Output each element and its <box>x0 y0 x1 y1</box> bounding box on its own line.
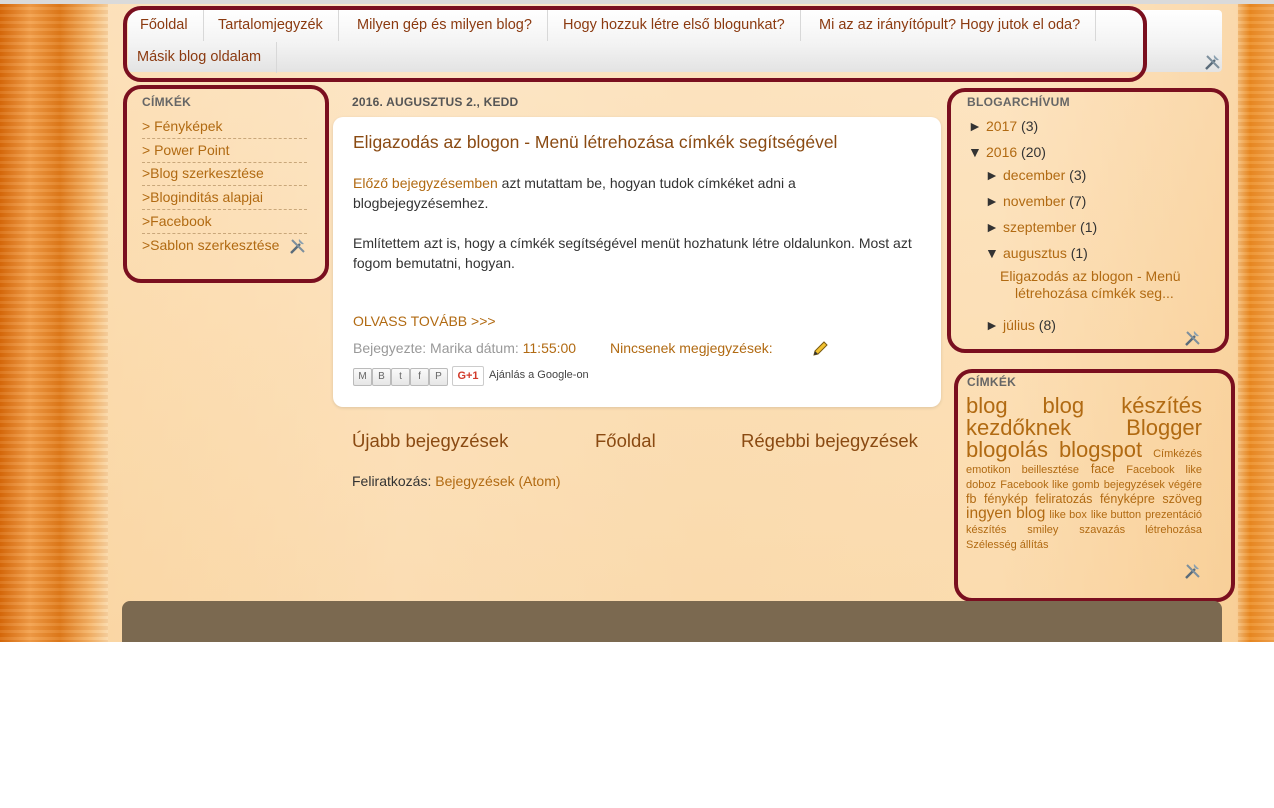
highlight-frame-tags <box>954 369 1235 602</box>
highlight-frame-archive <box>947 88 1229 353</box>
facebook-icon[interactable]: f <box>410 368 429 386</box>
highlight-frame-labels <box>123 85 329 283</box>
read-more-link[interactable]: OLVASS TOVÁBB >>> <box>353 313 496 329</box>
post-title[interactable]: Eligazodás az blogon - Menü létrehozása … <box>353 132 837 153</box>
previous-post-link[interactable]: Előző bejegyzésemben <box>353 175 498 191</box>
comments-link[interactable]: Nincsenek megjegyzések: <box>610 340 773 356</box>
subscribe-line: Feliratkozás: Bejegyzések (Atom) <box>352 473 561 489</box>
right-wood-band <box>1238 0 1274 642</box>
post-paragraph-2: Említettem azt is, hogy a címkék segítsé… <box>353 235 912 271</box>
blogger-icon[interactable]: B <box>372 368 391 386</box>
pinterest-icon[interactable]: P <box>429 368 448 386</box>
pencil-edit-icon[interactable] <box>811 340 829 358</box>
older-posts-link[interactable]: Régebbi bejegyzések <box>741 430 918 452</box>
subscribe-label: Feliratkozás: <box>352 473 436 489</box>
top-strip <box>0 0 1274 4</box>
google-plus-label: Ajánlás a Google-on <box>489 369 589 381</box>
footer-panel <box>122 601 1222 642</box>
atom-feed-link[interactable]: Bejegyzések (Atom) <box>435 473 560 489</box>
home-link[interactable]: Főoldal <box>595 430 656 452</box>
post-paragraph-1: Előző bejegyzésemben azt mutattam be, ho… <box>353 173 913 213</box>
post-meta-prefix: Bejegyezte: Marika dátum: <box>353 340 523 356</box>
post-date: 2016. AUGUSZTUS 2., KEDD <box>352 95 519 109</box>
google-plus-button[interactable]: G+1 <box>452 366 484 386</box>
post-time-link[interactable]: 11:55:00 <box>523 340 576 356</box>
twitter-icon[interactable]: t <box>391 368 410 386</box>
edit-gadget-icon[interactable] <box>1203 52 1223 72</box>
highlight-frame-nav <box>123 6 1147 82</box>
post-author-meta: Bejegyezte: Marika dátum: 11:55:00 <box>353 340 576 356</box>
left-wood-band <box>0 0 108 642</box>
newer-posts-link[interactable]: Újabb bejegyzések <box>352 430 508 452</box>
email-icon[interactable]: M <box>353 368 372 386</box>
